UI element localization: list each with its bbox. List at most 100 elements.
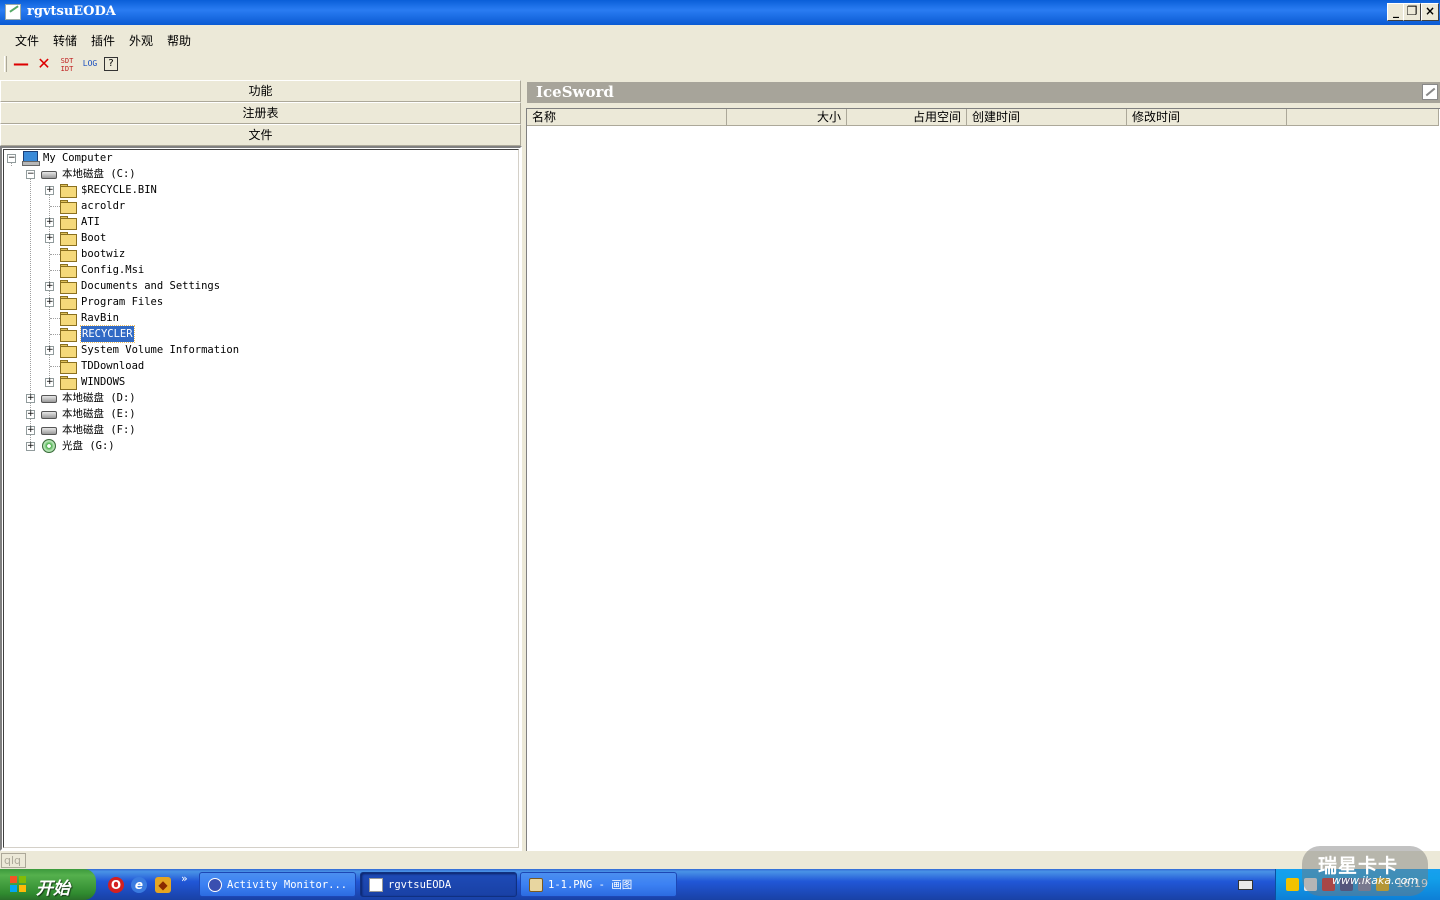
folder-icon	[60, 376, 77, 390]
opera-icon[interactable]: O	[108, 877, 124, 893]
menu-plugins[interactable]: 插件	[91, 32, 115, 49]
log-icon[interactable]: LOG	[80, 55, 100, 73]
tree-label: RECYCLER	[80, 325, 135, 343]
task-label: 1-1.PNG - 画图	[548, 879, 633, 891]
folder-icon	[60, 200, 77, 214]
collapse-icon[interactable]: −	[7, 154, 16, 163]
title-bar[interactable]: rgvtsuEODA _ ❐ ×	[0, 0, 1440, 25]
hard-drive-icon	[41, 427, 57, 435]
app-window-icon	[369, 878, 383, 892]
collapse-icon[interactable]: −	[26, 170, 35, 179]
section-files-button[interactable]: 文件	[0, 124, 521, 146]
activity-monitor-icon	[208, 878, 222, 892]
tree-label: bootwiz	[81, 248, 126, 260]
expand-icon[interactable]: +	[45, 282, 54, 291]
column-header-name[interactable]: 名称	[527, 109, 727, 126]
expand-icon[interactable]: +	[45, 378, 54, 387]
tree-label: RavBin	[81, 312, 119, 324]
tree-label: acroldr	[81, 200, 126, 212]
folder-icon	[60, 232, 77, 246]
internet-explorer-icon[interactable]: e	[131, 877, 147, 893]
expand-icon[interactable]: +	[45, 346, 54, 355]
section-functions-button[interactable]: 功能	[0, 80, 521, 102]
folder-icon	[60, 184, 77, 198]
cd-drive-icon	[42, 439, 56, 453]
folder-icon	[60, 344, 77, 358]
menu-bar: 文件 转储 插件 外观 帮助	[0, 28, 1440, 50]
column-header-created[interactable]: 创建时间	[967, 109, 1127, 126]
expand-icon[interactable]: +	[45, 298, 54, 307]
folder-icon	[60, 248, 77, 262]
tree-label: 本地磁盘 (C:)	[62, 168, 136, 180]
folder-icon	[60, 280, 77, 294]
window-title: rgvtsuEODA	[27, 4, 116, 19]
folder-icon	[60, 360, 77, 374]
paint-icon	[529, 878, 543, 892]
menu-view[interactable]: 外观	[129, 32, 153, 49]
tree-label: 光盘 (G:)	[62, 440, 115, 452]
taskbar-item-paint[interactable]: 1-1.PNG - 画图	[520, 872, 677, 897]
panel-title: IceSword	[536, 83, 614, 101]
tree-label: TDDownload	[81, 360, 145, 372]
watermark-logo: 瑞星卡卡 www.ikaka.com	[1302, 846, 1428, 896]
folder-icon	[60, 312, 77, 326]
section-registry-button[interactable]: 注册表	[0, 102, 521, 124]
windows-logo-icon	[10, 876, 27, 893]
tree-label: 本地磁盘 (F:)	[62, 424, 136, 436]
column-header-filler	[1287, 109, 1439, 126]
folder-icon	[60, 296, 77, 310]
expand-icon[interactable]: +	[45, 186, 54, 195]
expand-icon[interactable]: +	[26, 442, 35, 451]
minus-icon[interactable]: —	[11, 55, 31, 73]
computer-icon	[22, 151, 40, 166]
tree-label: Documents and Settings	[81, 280, 221, 292]
start-button[interactable]: 开始	[0, 869, 96, 900]
expand-icon[interactable]: +	[45, 234, 54, 243]
maximize-button[interactable]: ❐	[1403, 3, 1421, 21]
tree-label: $RECYCLE.BIN	[81, 184, 157, 196]
column-header-allocated[interactable]: 占用空间	[847, 109, 967, 126]
close-button[interactable]: ×	[1421, 3, 1439, 21]
hard-drive-icon	[41, 171, 57, 179]
keyboard-icon[interactable]	[1238, 880, 1253, 890]
taskbar-item-rgvtsueoda[interactable]: rgvtsuEODA	[360, 872, 517, 897]
expand-icon[interactable]: +	[26, 394, 35, 403]
expand-icon[interactable]: +	[45, 218, 54, 227]
file-tree[interactable]: − My Computer − 本地磁盘 (C:) + $RECYCLE.BIN…	[0, 146, 522, 851]
folder-icon	[60, 216, 77, 230]
app-icon	[5, 4, 21, 20]
restore-panel-icon[interactable]	[1422, 84, 1438, 100]
status-bar: qlq	[0, 851, 1440, 869]
toolbar: — ✕ SDT IDT LOG ?	[0, 52, 1440, 76]
folder-icon	[60, 264, 77, 278]
menu-file[interactable]: 文件	[15, 32, 39, 49]
help-icon[interactable]: ?	[104, 57, 118, 71]
tree-label: Program Files	[81, 296, 164, 308]
antivirus-shield-icon[interactable]: ◆	[155, 877, 171, 893]
delete-icon[interactable]: ✕	[34, 55, 54, 73]
toolbar-grip[interactable]	[4, 56, 7, 72]
status-cell: qlq	[1, 853, 26, 868]
tree-label: 本地磁盘 (D:)	[62, 392, 136, 404]
task-label: rgvtsuEODA	[388, 879, 452, 891]
menu-dump[interactable]: 转储	[53, 32, 77, 49]
menu-help[interactable]: 帮助	[167, 32, 191, 49]
column-header-modified[interactable]: 修改时间	[1127, 109, 1287, 126]
tree-label: My Computer	[43, 152, 113, 164]
column-header-size[interactable]: 大小	[727, 109, 847, 126]
open-folder-icon	[60, 328, 77, 342]
tree-label: ATI	[81, 216, 100, 228]
security-shield-icon[interactable]	[1286, 878, 1299, 891]
taskbar-item-activity-monitor[interactable]: Activity Monitor...	[199, 872, 356, 897]
taskbar: 开始 O e ◆ » Activity Monitor... rgvtsuEOD…	[0, 869, 1440, 900]
hard-drive-icon	[41, 411, 57, 419]
tree-label: Config.Msi	[81, 264, 145, 276]
start-label: 开始	[36, 879, 70, 899]
task-label: Activity Monitor...	[227, 879, 348, 891]
quicklaunch-more-icon[interactable]: »	[181, 872, 188, 885]
expand-icon[interactable]: +	[26, 410, 35, 419]
file-list[interactable]: 名称 大小 占用空间 创建时间 修改时间	[526, 108, 1440, 851]
expand-icon[interactable]: +	[26, 426, 35, 435]
sdt-idt-icon[interactable]: SDT IDT	[57, 55, 77, 73]
tree-label: WINDOWS	[81, 376, 126, 388]
